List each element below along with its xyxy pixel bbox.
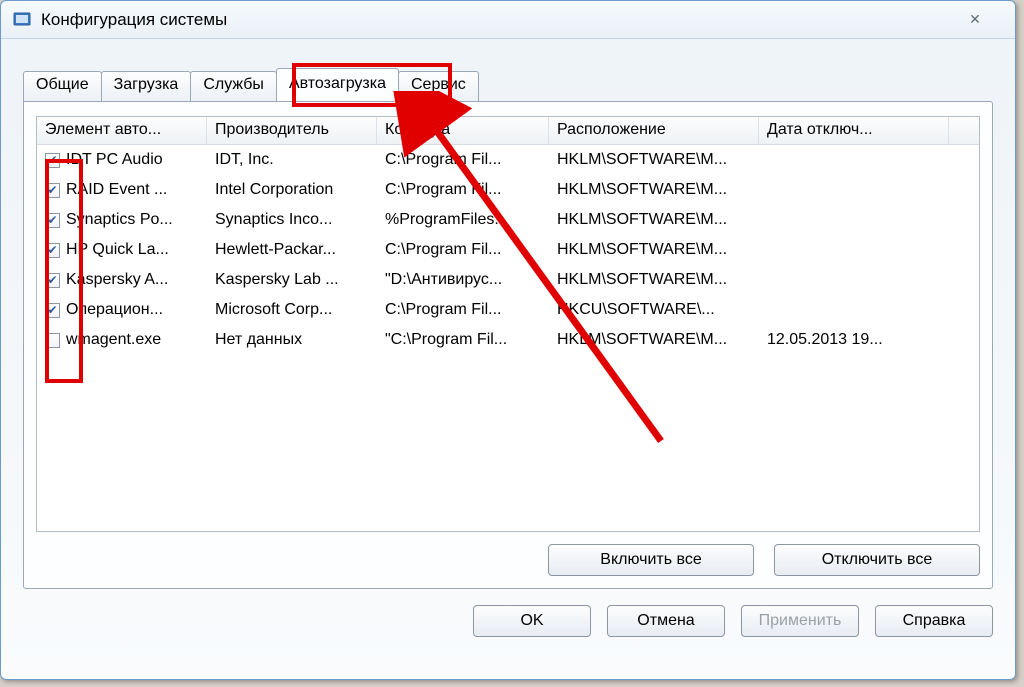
cell-location: HKLM\SOFTWARE\M... — [549, 178, 759, 202]
cell-manufacturer: Synaptics Inco... — [207, 208, 377, 232]
disable-all-button[interactable]: Отключить все — [774, 544, 980, 576]
cell-date: 12.05.2013 19... — [759, 328, 949, 352]
cell-item: IDT PC Audio — [66, 151, 163, 169]
cell-command: C:\Program Fil... — [377, 298, 549, 322]
table-row[interactable]: Операцион... Microsoft Corp...C:\Program … — [37, 295, 979, 325]
table-row[interactable]: RAID Event ... Intel CorporationC:\Progra… — [37, 175, 979, 205]
cell-item: Kaspersky A... — [66, 271, 168, 289]
cell-location: HKCU\SOFTWARE\... — [549, 298, 759, 322]
startup-list[interactable]: Элемент авто... Производитель Команда Ра… — [36, 116, 980, 532]
panel-buttons: Включить все Отключить все — [36, 544, 980, 576]
cell-manufacturer: Kaspersky Lab ... — [207, 268, 377, 292]
col-date[interactable]: Дата отключ... — [759, 117, 949, 144]
cell-manufacturer: Microsoft Corp... — [207, 298, 377, 322]
cell-command: C:\Program Fil... — [377, 238, 549, 262]
tab-label: Загрузка — [114, 76, 179, 93]
cell-manufacturer: IDT, Inc. — [207, 148, 377, 172]
list-header: Элемент авто... Производитель Команда Ра… — [37, 117, 979, 145]
cell-date — [759, 277, 949, 283]
tab-label: Автозагрузка — [289, 75, 386, 92]
content-area: Общие Загрузка Службы Автозагрузка Серви… — [1, 39, 1015, 597]
tab-boot[interactable]: Загрузка — [101, 71, 192, 101]
col-command[interactable]: Команда — [377, 117, 549, 144]
row-checkbox[interactable] — [45, 153, 60, 168]
table-row[interactable]: wmagent.exe Нет данных"C:\Program Fil...H… — [37, 325, 979, 355]
tab-tools[interactable]: Сервис — [398, 71, 479, 101]
cell-item: Операцион... — [66, 301, 163, 319]
close-icon[interactable]: ✕ — [953, 9, 997, 29]
row-checkbox[interactable] — [45, 213, 60, 228]
cell-item: Synaptics Po... — [66, 211, 173, 229]
msconfig-window: Конфигурация системы ✕ Общие Загрузка Сл… — [0, 0, 1016, 680]
help-button[interactable]: Справка — [875, 605, 993, 637]
row-checkbox[interactable] — [45, 333, 60, 348]
cell-manufacturer: Intel Corporation — [207, 178, 377, 202]
col-item[interactable]: Элемент авто... — [37, 117, 207, 144]
ok-button[interactable]: OK — [473, 605, 591, 637]
tab-panel: Элемент авто... Производитель Команда Ра… — [23, 101, 993, 589]
cell-command: "C:\Program Fil... — [377, 328, 549, 352]
tab-label: Сервис — [411, 76, 466, 93]
cell-location: HKLM\SOFTWARE\M... — [549, 148, 759, 172]
table-row[interactable]: Kaspersky A... Kaspersky Lab ..."D:\Антив… — [37, 265, 979, 295]
tab-services[interactable]: Службы — [190, 71, 277, 101]
cell-item: HP Quick La... — [66, 241, 169, 259]
cancel-button[interactable]: Отмена — [607, 605, 725, 637]
tab-strip: Общие Загрузка Службы Автозагрузка Серви… — [23, 69, 993, 101]
cell-location: HKLM\SOFTWARE\M... — [549, 208, 759, 232]
col-manufacturer[interactable]: Производитель — [207, 117, 377, 144]
cell-location: HKLM\SOFTWARE\M... — [549, 328, 759, 352]
col-location[interactable]: Расположение — [549, 117, 759, 144]
window-title: Конфигурация системы — [41, 10, 227, 30]
table-row[interactable]: IDT PC Audio IDT, Inc.C:\Program Fil...HK… — [37, 145, 979, 175]
cell-command: C:\Program Fil... — [377, 148, 549, 172]
cell-command: %ProgramFiles... — [377, 208, 549, 232]
dialog-buttons: OK Отмена Применить Справка — [1, 597, 1015, 651]
row-checkbox[interactable] — [45, 243, 60, 258]
cell-date — [759, 307, 949, 313]
cell-command: C:\Program Fil... — [377, 178, 549, 202]
apply-button: Применить — [741, 605, 859, 637]
cell-date — [759, 157, 949, 163]
table-row[interactable]: HP Quick La... Hewlett-Packar...C:\Progra… — [37, 235, 979, 265]
cell-location: HKLM\SOFTWARE\M... — [549, 268, 759, 292]
tab-label: Службы — [203, 76, 264, 93]
cell-location: HKLM\SOFTWARE\M... — [549, 238, 759, 262]
titlebar[interactable]: Конфигурация системы ✕ — [1, 1, 1015, 39]
cell-date — [759, 217, 949, 223]
cell-item: RAID Event ... — [66, 181, 167, 199]
tab-general[interactable]: Общие — [23, 71, 102, 101]
cell-manufacturer: Hewlett-Packar... — [207, 238, 377, 262]
tab-label: Общие — [36, 76, 89, 93]
cell-date — [759, 187, 949, 193]
cell-date — [759, 247, 949, 253]
row-checkbox[interactable] — [45, 183, 60, 198]
cell-manufacturer: Нет данных — [207, 328, 377, 352]
cell-item: wmagent.exe — [66, 331, 161, 349]
cell-command: "D:\Антивирус... — [377, 268, 549, 292]
table-row[interactable]: Synaptics Po... Synaptics Inco...%Program… — [37, 205, 979, 235]
system-icon — [11, 9, 33, 31]
row-checkbox[interactable] — [45, 303, 60, 318]
row-checkbox[interactable] — [45, 273, 60, 288]
list-body: IDT PC AudioIDT, Inc.C:\Program Fil...HK… — [37, 145, 979, 355]
enable-all-button[interactable]: Включить все — [548, 544, 754, 576]
tab-startup[interactable]: Автозагрузка — [276, 68, 399, 101]
